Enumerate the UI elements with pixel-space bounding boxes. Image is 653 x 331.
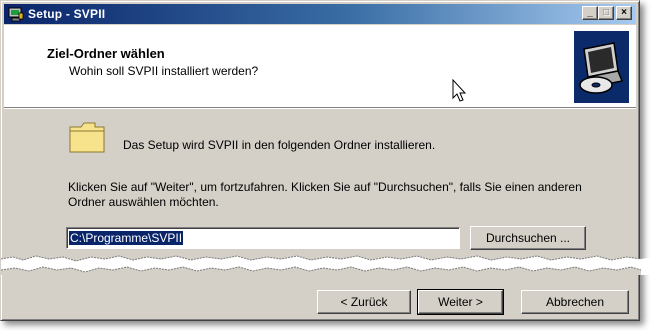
install-path-input[interactable]: C:\Programme\SVPII (66, 227, 460, 249)
mouse-cursor-icon (452, 79, 467, 102)
close-button[interactable]: × (616, 6, 632, 20)
page-title: Ziel-Ordner wählen (47, 46, 165, 61)
computer-cd-icon (574, 31, 629, 103)
title-bar[interactable]: Setup - SVPII _ □ × (4, 4, 636, 24)
folder-icon (69, 122, 105, 153)
page-subtitle: Wohin soll SVPII installiert werden? (69, 64, 259, 78)
back-button[interactable]: < Zurück (317, 290, 411, 314)
next-button[interactable]: Weiter > (417, 289, 504, 315)
header-divider (4, 107, 636, 109)
wizard-header: Ziel-Ordner wählen Wohin soll SVPII inst… (4, 25, 636, 107)
torn-edge (1, 255, 653, 275)
maximize-button[interactable]: □ (598, 6, 614, 20)
browse-button[interactable]: Durchsuchen ... (470, 226, 586, 250)
window-title: Setup - SVPII (28, 7, 106, 21)
instructions-text: Klicken Sie auf "Weiter", um fortzufahre… (68, 180, 582, 209)
setup-app-icon (8, 7, 24, 22)
minimize-button[interactable]: _ (582, 6, 598, 20)
cancel-button[interactable]: Abbrechen (521, 290, 629, 314)
install-location-text: Das Setup wird SVPII in den folgenden Or… (123, 138, 436, 152)
setup-window: Setup - SVPII _ □ × Ziel-Ordner wählen W… (0, 0, 653, 321)
install-path-value: C:\Programme\SVPII (69, 231, 184, 245)
